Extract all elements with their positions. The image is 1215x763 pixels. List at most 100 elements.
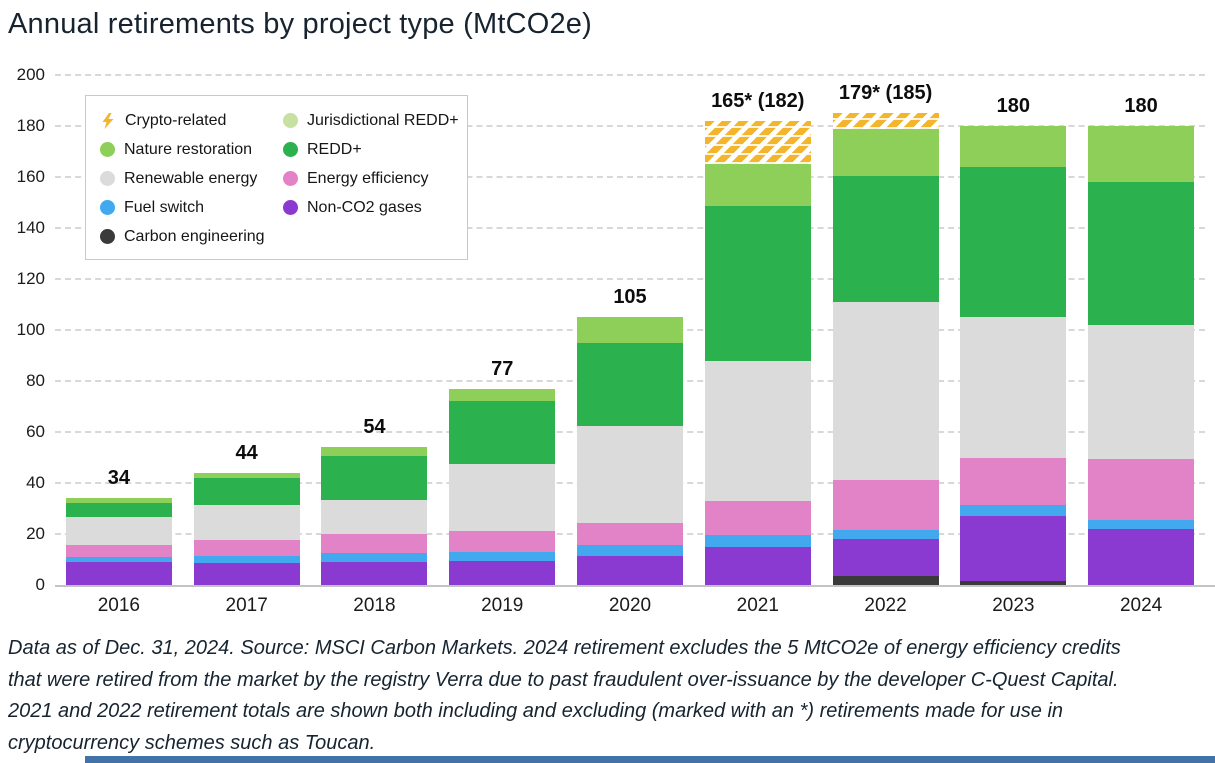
- x-axis-label: 2018: [353, 595, 396, 616]
- bar-segment-2017-renewable-energy: [193, 504, 300, 541]
- bar-total-label: 77: [491, 357, 514, 380]
- bar-segment-2020-non-co2-gases: [577, 555, 683, 585]
- bar-segment-2018-non-co2-gases: [321, 562, 428, 585]
- bar-segment-2022-energy-efficiency: [832, 480, 939, 531]
- bar-total-label: 105: [613, 286, 647, 309]
- footnote-line: that were retired from the market by the…: [8, 668, 1119, 691]
- bar-segment-2016-nature-restoration: [65, 498, 172, 504]
- bar-segment-2017-redd: [193, 477, 300, 505]
- legend-item-non-co2-gases: Non-CO2 gases: [283, 193, 459, 222]
- x-axis-label: 2019: [481, 595, 524, 616]
- bar-segment-2024-fuel-switch: [1088, 519, 1195, 529]
- legend-item-jurisdictional-redd: Jurisdictional REDD+: [283, 106, 459, 135]
- bar-segment-2020-energy-efficiency: [577, 522, 683, 546]
- y-axis-tick-label: 180: [16, 116, 45, 135]
- x-axis-label: 2016: [97, 595, 141, 616]
- bar-total-label: 54: [363, 416, 386, 439]
- bar-segment-2022-fuel-switch: [832, 530, 939, 540]
- x-axis-label: 2017: [225, 595, 268, 616]
- bar-segment-2016-redd: [65, 503, 172, 518]
- x-axis-line: [55, 585, 1215, 587]
- y-axis-tick-label: 140: [16, 218, 45, 237]
- bar-segment-2016-energy-efficiency: [65, 545, 172, 557]
- bar-segment-2024-non-co2-gases: [1088, 528, 1195, 585]
- bar-segment-2018-redd: [321, 456, 428, 500]
- bar-segment-2020-redd: [577, 342, 683, 426]
- bar-total-label: 44: [235, 441, 258, 464]
- legend-swatch-renewable-energy: [100, 171, 115, 186]
- y-axis-tick-label: 120: [16, 269, 45, 288]
- bar-segment-2024-renewable-energy: [1088, 324, 1195, 459]
- source-footnote: Data as of Dec. 31, 2024. Source: MSCI C…: [8, 633, 1208, 759]
- legend-label: Crypto-related: [125, 111, 227, 129]
- bar-segment-2017-fuel-switch: [193, 555, 300, 564]
- legend-label: Renewable energy: [124, 169, 258, 187]
- legend-swatch-redd: [283, 142, 298, 157]
- bar-segment-2019-renewable-energy: [449, 463, 556, 532]
- bar-segment-2019-nature-restoration: [449, 388, 556, 402]
- legend-label: Energy efficiency: [307, 169, 429, 187]
- chart-legend: Crypto-related Nature restoration Renewabl…: [85, 95, 468, 260]
- bar-segment-2020-nature-restoration: [577, 317, 683, 343]
- legend-item-fuel-switch: Fuel switch: [100, 193, 283, 222]
- legend-item-renewable-energy: Renewable energy: [100, 164, 283, 193]
- legend-column: Crypto-related Nature restoration Renewabl…: [100, 106, 283, 251]
- bar-segment-2022-nature-restoration: [832, 128, 939, 176]
- bar-segment-2017-energy-efficiency: [193, 540, 300, 556]
- bar-segment-2024-redd: [1088, 182, 1195, 325]
- bar-segment-2016-renewable-energy: [65, 517, 172, 546]
- bar-segment-2023-carbon-engineering: [960, 581, 1067, 585]
- legend-label: Fuel switch: [124, 198, 205, 216]
- bar-segment-2016-non-co2-gases: [65, 562, 172, 585]
- bar-segment-2017-nature-restoration: [193, 472, 300, 478]
- bar-segment-2021-renewable-energy: [704, 360, 811, 501]
- legend-label: Non-CO2 gases: [307, 198, 422, 216]
- bar-segment-2022-non-co2-gases: [832, 539, 939, 577]
- legend-column: Jurisdictional REDD+ REDD+ Energy efficien…: [283, 106, 459, 251]
- footnote-line: Data as of Dec. 31, 2024. Source: MSCI C…: [8, 637, 1121, 659]
- gridline-y-200: [55, 74, 1205, 76]
- footnote-line: 2021 and 2022 retirement totals are show…: [8, 700, 1064, 722]
- bar-segment-2019-energy-efficiency: [449, 531, 556, 552]
- y-axis-tick-label: 160: [16, 167, 45, 186]
- bar-segment-2020-renewable-energy: [577, 425, 683, 523]
- legend-item-energy-efficiency: Energy efficiency: [283, 164, 459, 193]
- legend-label: Nature restoration: [124, 140, 253, 158]
- y-axis-tick-label: 80: [26, 371, 45, 390]
- bar-segment-2021-energy-efficiency: [704, 500, 811, 536]
- bar-segment-2018-renewable-energy: [321, 499, 428, 534]
- legend-swatch-energy-efficiency: [283, 171, 298, 186]
- bar-segment-2024-nature-restoration: [1088, 126, 1195, 183]
- bar-segment-2022-redd: [832, 175, 939, 302]
- legend-label: REDD+: [307, 140, 362, 158]
- bar-segment-2023-fuel-switch: [960, 504, 1067, 517]
- bar-segment-2021-crypto-related: [704, 120, 811, 165]
- bar-segment-2021-non-co2-gases: [704, 546, 811, 585]
- bar-segment-2023-energy-efficiency: [960, 457, 1067, 505]
- legend-item-crypto-related: Crypto-related: [100, 106, 283, 135]
- bar-segment-2019-redd: [449, 401, 556, 464]
- y-axis-tick-label: 0: [35, 575, 45, 594]
- legend-swatch-jurisdictional-redd: [283, 113, 298, 128]
- bar-segment-2023-nature-restoration: [960, 126, 1067, 167]
- legend-label: Carbon engineering: [124, 227, 265, 245]
- legend-item-nature-restoration: Nature restoration: [100, 135, 283, 164]
- x-axis-label: 2024: [1119, 595, 1163, 616]
- bar-segment-2018-fuel-switch: [321, 553, 428, 563]
- bar-segment-2019-fuel-switch: [449, 551, 556, 561]
- bar-segment-2021-fuel-switch: [704, 535, 811, 547]
- y-axis-tick-label: 100: [16, 320, 45, 339]
- bar-segment-2024-energy-efficiency: [1088, 458, 1195, 520]
- y-axis-tick-label: 200: [16, 65, 45, 84]
- bar-segment-2021-redd: [704, 206, 811, 361]
- legend-swatch-nature-restoration: [100, 142, 115, 157]
- legend-item-carbon-engineering: Carbon engineering: [100, 222, 283, 251]
- bottom-accent-bar: [85, 756, 1215, 763]
- legend-swatch-non-co2-gases: [283, 200, 298, 215]
- bar-total-label: 180: [1124, 95, 1158, 117]
- x-axis-label: 2020: [608, 595, 652, 616]
- legend-swatch-carbon-engineering: [100, 229, 115, 244]
- legend-swatch-fuel-switch: [100, 200, 115, 215]
- crypto-lightning-icon: [102, 112, 114, 129]
- bar-segment-2022-renewable-energy: [832, 301, 939, 481]
